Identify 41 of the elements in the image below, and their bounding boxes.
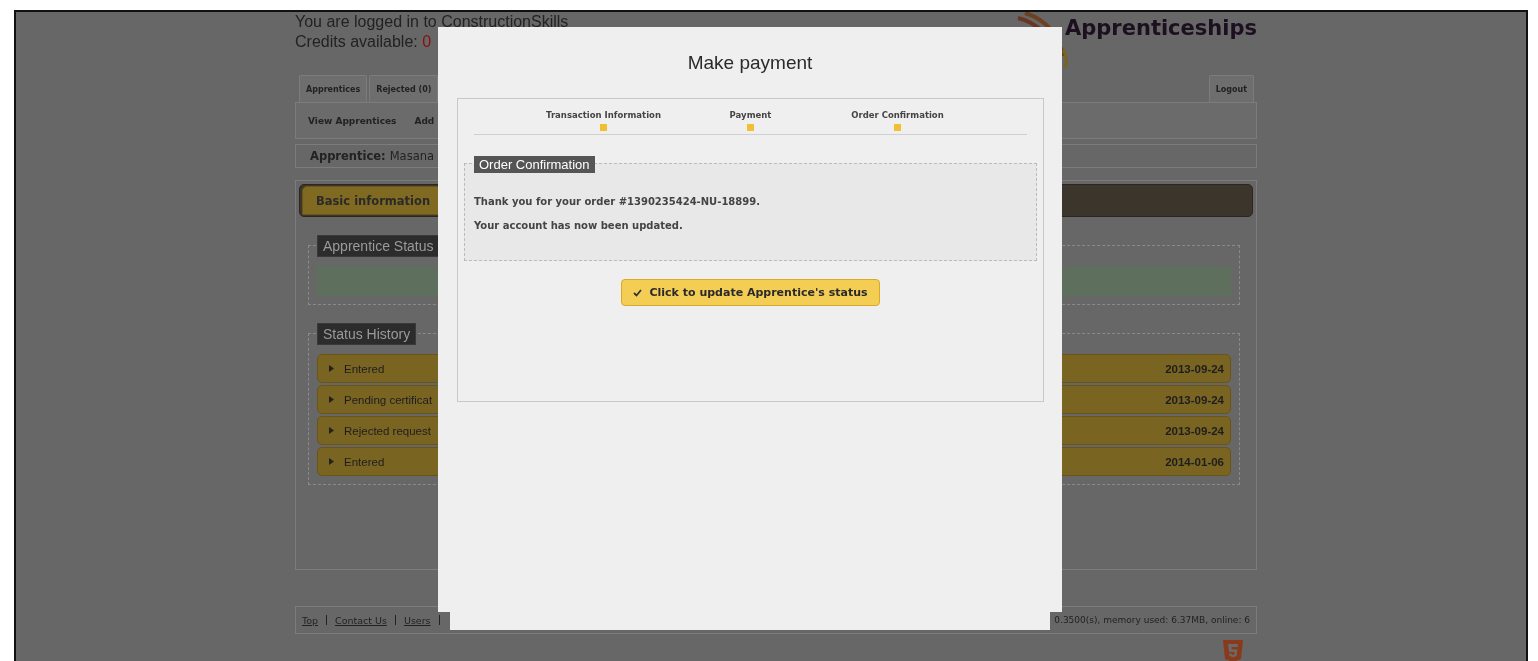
step-label: Payment	[729, 110, 772, 120]
footer-stats: 0.3500(s), memory used: 6.37MB, online: 6	[1054, 615, 1250, 625]
confirmation-message: Your account has now been updated.	[474, 220, 684, 231]
section-legend: Order Confirmation	[474, 156, 595, 173]
history-status: Rejected request	[344, 424, 431, 437]
history-date: 2014-01-06	[1165, 455, 1224, 468]
footer-link[interactable]: Contact Us	[335, 614, 387, 626]
history-status: Pending certificat	[344, 393, 433, 406]
credits-value: 0	[422, 33, 432, 50]
subnav-link[interactable]: View Apprentices	[308, 115, 397, 126]
footer-link[interactable]: Top	[302, 614, 319, 626]
expand-arrow-icon	[329, 365, 334, 372]
section-legend: Status History	[317, 323, 417, 345]
apprentice-label: Apprentice:	[310, 149, 386, 163]
logout-tab[interactable]: Logout	[1208, 75, 1254, 102]
history-status: Entered	[344, 362, 385, 375]
expand-arrow-icon	[329, 427, 334, 434]
nav-tab[interactable]: Rejected (0)	[369, 75, 439, 102]
logo-text: Apprenticeships	[1065, 16, 1257, 40]
update-status-button[interactable]: Click to update Apprentice's status	[621, 279, 880, 306]
step-marker	[894, 124, 901, 131]
subnav-link[interactable]: Add	[414, 115, 435, 126]
checkmark-icon	[633, 288, 643, 297]
history-date: 2013-09-24	[1165, 424, 1224, 437]
credits-label: Credits available:	[295, 33, 418, 50]
login-status-text: You are logged in to ConstructionSkills	[295, 12, 569, 32]
history-date: 2013-09-24	[1165, 362, 1224, 375]
history-date: 2013-09-24	[1165, 393, 1224, 406]
expand-arrow-icon	[329, 396, 334, 403]
expand-arrow-icon	[329, 458, 334, 465]
apprentice-name: Masana	[389, 149, 435, 163]
step-label: Order Confirmation	[851, 110, 944, 120]
step-marker	[747, 124, 754, 131]
step-marker	[600, 124, 607, 131]
history-status: Entered	[344, 455, 385, 468]
dialog-title: Make payment	[686, 52, 814, 74]
nav-tab[interactable]: Apprentices	[299, 75, 368, 102]
section-legend: Apprentice Status	[317, 235, 440, 257]
footer-link[interactable]: Users	[403, 614, 431, 626]
step-label: Transaction Information	[546, 110, 661, 120]
confirmation-message: Thank you for your order #1390235424-NU-18899.	[474, 196, 761, 207]
